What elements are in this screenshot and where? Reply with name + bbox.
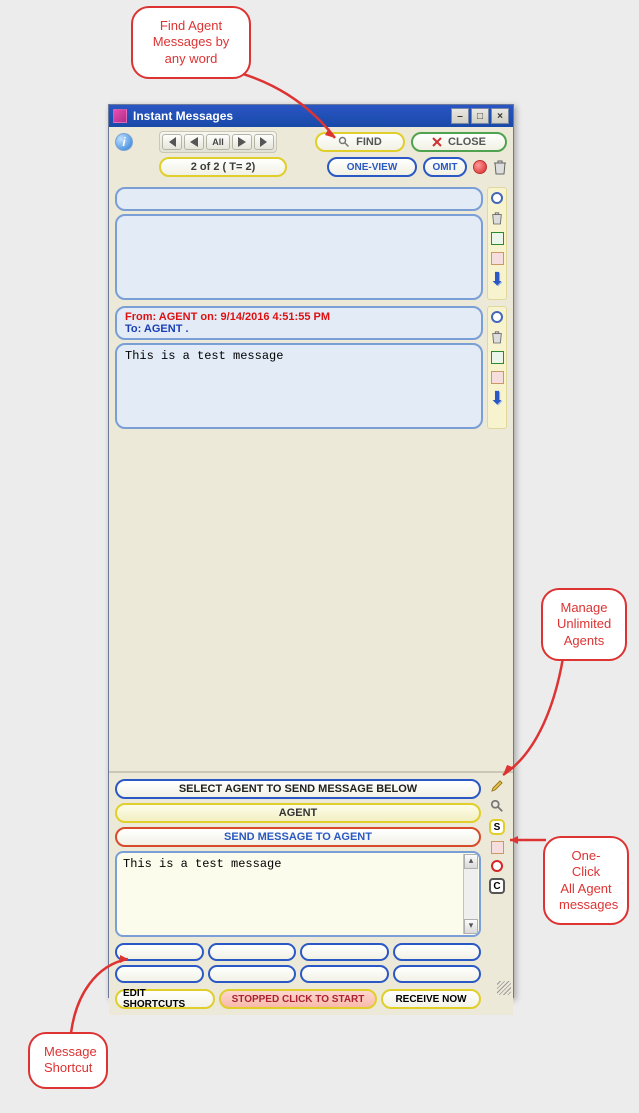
message-item: ⬇	[115, 187, 507, 300]
window-title: Instant Messages	[133, 109, 233, 123]
trash-icon[interactable]	[491, 330, 503, 344]
message-body[interactable]: This is a test message	[115, 343, 483, 429]
scrollbar[interactable]: ▴ ▾	[463, 854, 478, 934]
message-side-controls: ⬇	[487, 306, 507, 429]
info-icon[interactable]: i	[115, 133, 133, 151]
toolbar: i All FIND	[109, 127, 513, 183]
scroll-down-button[interactable]: ▾	[464, 919, 478, 934]
arrow-down-icon[interactable]: ⬇	[489, 272, 504, 286]
callout-manage: Manage Unlimited Agents	[541, 588, 627, 661]
pencil-icon[interactable]	[490, 779, 504, 793]
flag-green[interactable]	[491, 232, 504, 245]
close-button[interactable]: CLOSE	[411, 132, 507, 152]
callout-oneclick: One-Click All Agent messages	[543, 836, 629, 925]
agent-selector[interactable]: AGENT	[115, 803, 481, 823]
trash-icon[interactable]	[493, 159, 507, 175]
close-window-button[interactable]: ×	[491, 108, 509, 124]
nav-all-button[interactable]: All	[206, 134, 230, 150]
shortcut-button[interactable]	[300, 943, 389, 961]
s-button[interactable]: S	[489, 819, 505, 835]
search-icon	[338, 136, 350, 148]
shortcut-button[interactable]	[393, 943, 482, 961]
message-item: From: AGENT on: 9/14/2016 4:51:55 PM To:…	[115, 306, 507, 429]
shortcut-button[interactable]	[300, 965, 389, 983]
record-counter: 2 of 2 ( T= 2)	[159, 157, 287, 177]
callout-shortcut: Message Shortcut	[28, 1032, 108, 1089]
message-side-controls: ⬇	[487, 187, 507, 300]
message-list: ⬇ From: AGENT on: 9/14/2016 4:51:55 PM T…	[109, 183, 513, 771]
message-header[interactable]: From: AGENT on: 9/14/2016 4:51:55 PM To:…	[115, 306, 483, 340]
shortcut-button[interactable]	[208, 965, 297, 983]
compose-text-input[interactable]: This is a test message ▴ ▾	[115, 851, 481, 937]
flag-pink[interactable]	[491, 371, 504, 384]
instant-messages-window: Instant Messages – □ × i All	[108, 104, 514, 998]
flag-pink[interactable]	[491, 841, 504, 854]
edit-shortcuts-button[interactable]: EDIT SHORTCUTS	[115, 989, 215, 1009]
flag-green[interactable]	[491, 351, 504, 364]
record-nav-group: All	[159, 131, 277, 153]
nav-first-button[interactable]	[162, 134, 182, 150]
one-view-button[interactable]: ONE-VIEW	[327, 157, 417, 177]
titlebar: Instant Messages – □ ×	[109, 105, 513, 127]
status-ring-icon[interactable]	[491, 311, 503, 323]
status-ring-icon[interactable]	[491, 192, 503, 204]
message-header[interactable]	[115, 187, 483, 211]
shortcut-button[interactable]	[115, 965, 204, 983]
arrow-down-icon[interactable]: ⬇	[489, 391, 504, 405]
search-icon[interactable]	[490, 799, 504, 813]
message-from: From: AGENT on: 9/14/2016 4:51:55 PM	[125, 311, 473, 323]
resize-grip[interactable]	[497, 981, 511, 995]
message-body[interactable]	[115, 214, 483, 300]
record-indicator[interactable]	[473, 160, 487, 174]
select-agent-button[interactable]: SELECT AGENT TO SEND MESSAGE BELOW	[115, 779, 481, 799]
trash-icon[interactable]	[491, 211, 503, 225]
shortcut-button[interactable]	[208, 943, 297, 961]
record-indicator-outline[interactable]	[491, 860, 503, 872]
shortcut-button[interactable]	[393, 965, 482, 983]
nav-prev-button[interactable]	[184, 134, 204, 150]
shortcut-grid	[115, 943, 481, 983]
send-message-button[interactable]: SEND MESSAGE TO AGENT	[115, 827, 481, 847]
callout-find: Find Agent Messages by any word	[131, 6, 251, 79]
omit-button[interactable]: OMIT	[423, 157, 467, 177]
maximize-button[interactable]: □	[471, 108, 489, 124]
flag-pink[interactable]	[491, 252, 504, 265]
app-icon	[113, 109, 127, 123]
scroll-up-button[interactable]: ▴	[464, 854, 478, 869]
message-to: To: AGENT .	[125, 323, 473, 335]
close-icon	[432, 137, 442, 147]
receive-now-button[interactable]: RECEIVE NOW	[381, 989, 481, 1009]
nav-next-button[interactable]	[232, 134, 252, 150]
find-button[interactable]: FIND	[315, 132, 405, 152]
minimize-button[interactable]: –	[451, 108, 469, 124]
toggle-receive-button[interactable]: STOPPED CLICK TO START	[219, 989, 377, 1009]
c-button[interactable]: C	[489, 878, 505, 894]
shortcut-button[interactable]	[115, 943, 204, 961]
nav-last-button[interactable]	[254, 134, 274, 150]
compose-panel: SELECT AGENT TO SEND MESSAGE BELOW AGENT…	[109, 771, 513, 1015]
